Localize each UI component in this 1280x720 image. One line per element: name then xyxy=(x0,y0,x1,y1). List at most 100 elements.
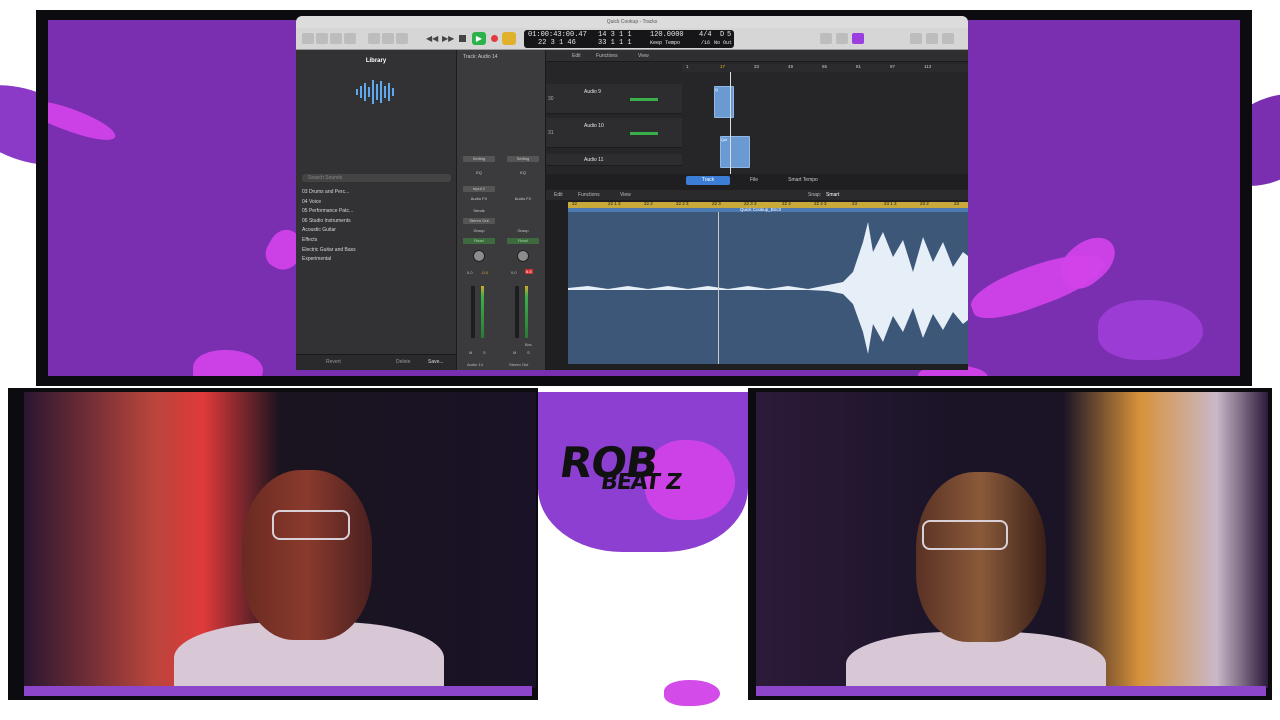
snap-select[interactable]: Smart xyxy=(826,192,839,198)
bounce-button[interactable]: Bnc xyxy=(525,342,532,347)
editor-functions-menu[interactable]: Functions xyxy=(578,192,600,198)
library-revert-button[interactable]: Revert xyxy=(326,359,341,365)
library-item[interactable]: Electric Guitar and Bass xyxy=(302,246,356,256)
metronome-icon[interactable] xyxy=(836,33,848,44)
window-title: Quick Cookup - Tracks xyxy=(296,16,968,28)
group-slot[interactable]: Group xyxy=(507,228,539,234)
sends-slot[interactable]: Sends xyxy=(463,208,495,214)
channel-strip-stereo-out: Setting EQ Audio FX Group Read 0.0 6.6 B… xyxy=(503,60,543,367)
audio-fx-slot[interactable]: Audio FX xyxy=(463,196,495,202)
library-item[interactable]: Experimental xyxy=(302,255,356,265)
lcd-time-top: 01:00:43:00.47 xyxy=(528,31,587,39)
lcd-tempo: 120.0000 xyxy=(650,31,684,39)
playhead[interactable] xyxy=(718,212,719,364)
mute-button[interactable]: M xyxy=(469,350,472,355)
notepad-icon[interactable] xyxy=(910,33,922,44)
inspector-panel: Track: Audio 14 Setting EQ Input 2 Audio… xyxy=(457,50,546,370)
audio-fx-slot[interactable]: Audio FX xyxy=(507,196,539,202)
toolbar-toggle-icon[interactable] xyxy=(344,33,356,44)
library-item[interactable]: 06 Studio Instruments xyxy=(302,217,356,227)
setting-button[interactable]: Setting xyxy=(507,156,539,162)
ruler-tick: 22 3 xyxy=(712,201,721,206)
ruler-tick: 22 xyxy=(572,201,578,206)
track-header[interactable]: 31 Audio 10 xyxy=(546,118,682,148)
inspector-toggle-icon[interactable] xyxy=(316,33,328,44)
rewind-icon[interactable]: ◀◀ xyxy=(426,34,438,43)
library-toggle-icon[interactable] xyxy=(302,33,314,44)
decor-blob xyxy=(1098,300,1203,360)
tab-file[interactable]: File xyxy=(742,176,766,185)
pan-knob[interactable] xyxy=(473,250,485,262)
record-button[interactable] xyxy=(491,35,498,42)
quick-help-icon[interactable] xyxy=(330,33,342,44)
input-slot[interactable]: Input 2 xyxy=(463,186,495,192)
library-list: 03 Drums and Perc... 04 Voice 05 Perform… xyxy=(302,188,356,265)
ruler-tick: 23 xyxy=(954,201,960,206)
library-item[interactable]: Acoustic Guitar xyxy=(302,226,356,236)
library-search-input[interactable]: Search Sounds xyxy=(302,174,451,182)
tab-track[interactable]: Track xyxy=(686,176,730,185)
pan-knob[interactable] xyxy=(517,250,529,262)
tuner-icon[interactable] xyxy=(820,33,832,44)
person-head xyxy=(916,472,1046,642)
smart-controls-icon[interactable] xyxy=(368,33,380,44)
audio-region[interactable]: Q xyxy=(714,86,734,118)
daw-window: Quick Cookup - Tracks ◀◀ ▶▶ ▶ 01:00:43:0… xyxy=(296,16,968,370)
library-item[interactable]: 04 Voice xyxy=(302,198,356,208)
solo-button[interactable]: S xyxy=(527,350,530,355)
library-item[interactable]: 05 Performance Patc... xyxy=(302,207,356,217)
volume-fader[interactable] xyxy=(471,286,475,338)
audio-region[interactable]: Qui xyxy=(720,136,750,168)
ruler-tick: 97 xyxy=(890,64,896,69)
library-item[interactable]: Effects xyxy=(302,236,356,246)
library-title: Library xyxy=(365,58,387,64)
editor-tabs: Track File Smart Tempo xyxy=(546,176,968,186)
track-name: Audio 11 xyxy=(584,157,604,163)
list-editor-icon[interactable] xyxy=(926,33,938,44)
glasses xyxy=(272,510,350,540)
waveform-display[interactable] xyxy=(568,212,968,364)
tracks-view-menu[interactable]: View xyxy=(638,53,649,59)
tracks-functions-menu[interactable]: Functions xyxy=(596,53,618,59)
group-slot[interactable]: Group xyxy=(463,228,495,234)
region-label: Qui xyxy=(721,137,728,142)
cycle-button[interactable] xyxy=(502,32,516,45)
mixer-icon[interactable] xyxy=(382,33,394,44)
automation-mode[interactable]: Read xyxy=(463,238,495,244)
automation-mode[interactable]: Read xyxy=(507,238,539,244)
editor-edit-menu[interactable]: Edit xyxy=(554,192,563,198)
library-save-button[interactable]: Save... xyxy=(428,359,444,365)
eq-button[interactable]: EQ xyxy=(507,170,539,176)
count-in-icon[interactable] xyxy=(852,33,864,44)
loop-browser-icon[interactable] xyxy=(942,33,954,44)
library-item[interactable]: 03 Drums and Perc... xyxy=(302,188,356,198)
tracks-edit-menu[interactable]: Edit xyxy=(572,53,581,59)
play-button[interactable]: ▶ xyxy=(472,32,486,45)
track-volume-slider[interactable] xyxy=(630,98,658,101)
volume-fader[interactable] xyxy=(515,286,519,338)
mute-button[interactable]: M xyxy=(513,350,516,355)
eq-button[interactable]: EQ xyxy=(463,170,495,176)
strip-name: Stereo Out xyxy=(509,362,529,367)
tab-smart-tempo[interactable]: Smart Tempo xyxy=(778,176,828,185)
control-bar: ◀◀ ▶▶ ▶ 01:00:43:00.47 22 3 1 46 14 3 1 … xyxy=(296,28,968,50)
logo-text-beatz: BEAT Z xyxy=(599,470,683,495)
strip-name: Audio 14 xyxy=(467,362,483,367)
ruler-tick: 113 xyxy=(924,64,932,69)
track-header[interactable]: 30 Audio 9 xyxy=(546,84,682,114)
stop-icon[interactable] xyxy=(459,35,466,42)
output-slot[interactable]: Stereo Out xyxy=(463,218,495,224)
lcd-signature: 4/4 xyxy=(699,31,712,39)
setting-button[interactable]: Setting xyxy=(463,156,495,162)
volume-value: 0.0 xyxy=(511,270,517,275)
forward-icon[interactable]: ▶▶ xyxy=(442,34,454,43)
track-volume-slider[interactable] xyxy=(630,132,658,135)
library-delete-button[interactable]: Delete xyxy=(396,359,410,365)
scissors-icon[interactable] xyxy=(396,33,408,44)
track-header[interactable]: Audio 11 xyxy=(546,154,682,166)
webcam-right xyxy=(756,392,1268,688)
editor-view-menu[interactable]: View xyxy=(620,192,631,198)
playhead-marker[interactable] xyxy=(730,72,731,182)
webcam-left-bar xyxy=(24,686,532,696)
solo-button[interactable]: S xyxy=(483,350,486,355)
